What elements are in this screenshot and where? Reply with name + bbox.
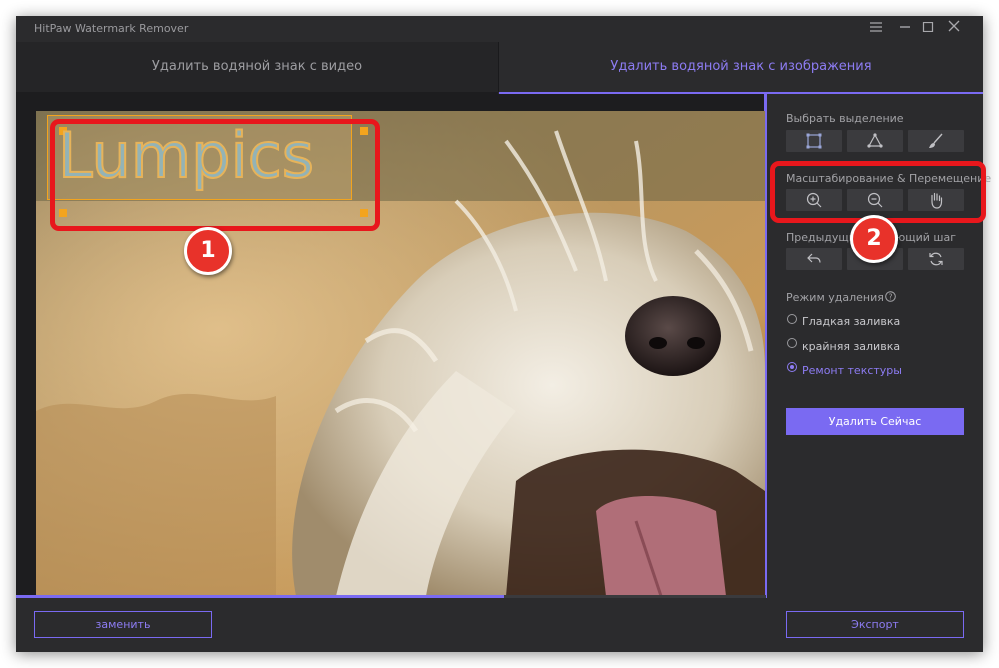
reset-button[interactable] xyxy=(908,248,964,270)
export-button[interactable]: Экспорт xyxy=(786,611,964,638)
close-icon[interactable] xyxy=(945,20,963,38)
brush-button[interactable] xyxy=(908,130,964,152)
option-texture-repair-label: Ремонт текстуры xyxy=(802,364,902,377)
tab-bar: Удалить водяной знак с видео Удалить вод… xyxy=(16,42,983,94)
menu-icon[interactable] xyxy=(867,20,885,38)
annotation-marker-2: 2 xyxy=(850,215,898,263)
minimize-icon[interactable] xyxy=(896,20,914,38)
annotation-marker-1: 1 xyxy=(184,227,232,275)
undo-icon xyxy=(807,253,821,263)
undo-button[interactable] xyxy=(786,248,842,270)
radio-smooth-fill[interactable] xyxy=(787,314,797,324)
reset-icon xyxy=(929,252,943,266)
radio-edge-fill[interactable] xyxy=(787,338,797,348)
rectangle-select-button[interactable] xyxy=(786,130,842,152)
svg-text:?: ? xyxy=(889,292,893,301)
tab-image[interactable]: Удалить водяной знак с изображения xyxy=(499,42,983,92)
option-edge-fill-label: крайняя заливка xyxy=(802,340,901,353)
mode-title: Режим удаления xyxy=(786,291,884,304)
polygon-lasso-icon xyxy=(867,133,883,148)
remove-now-button[interactable]: Удалить Сейчас xyxy=(786,408,964,435)
tab-video[interactable]: Удалить водяной знак с видео xyxy=(16,42,499,92)
annotation-highlight-watermark xyxy=(50,119,380,231)
history-title-right: ющий шаг xyxy=(896,231,957,244)
option-smooth-fill-label: Гладкая заливка xyxy=(802,315,901,328)
selection-title: Выбрать выделение xyxy=(786,112,904,125)
annotation-highlight-zoom-tools xyxy=(770,161,986,223)
maximize-icon[interactable] xyxy=(919,20,937,38)
title-bar: HitPaw Watermark Remover xyxy=(16,16,983,42)
polygon-lasso-button[interactable] xyxy=(847,130,903,152)
app-title: HitPaw Watermark Remover xyxy=(34,22,189,35)
help-circle-icon[interactable]: ? xyxy=(885,291,896,302)
radio-texture-repair[interactable] xyxy=(787,362,797,372)
app-window: HitPaw Watermark Remover Удалить водяной… xyxy=(16,16,991,652)
replace-button[interactable]: заменить xyxy=(34,611,212,638)
rectangle-select-icon xyxy=(806,133,822,149)
brush-icon xyxy=(929,133,943,148)
history-title-left: Предыдущи xyxy=(786,231,856,244)
